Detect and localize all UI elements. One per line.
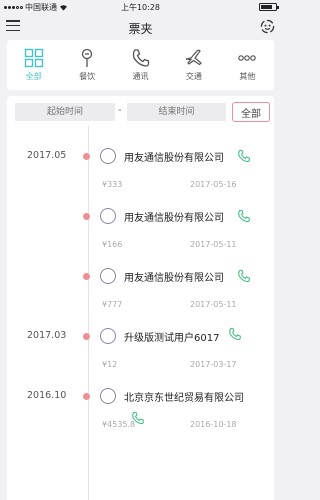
company-name: 北京京东世纪贸易有限公司 [124, 393, 244, 404]
company-name: 用友通信股份有限公司 [124, 153, 224, 164]
select-circle[interactable] [100, 208, 116, 224]
timeline-dot [83, 393, 90, 400]
tab-label: 其他 [239, 72, 256, 81]
select-circle[interactable] [100, 148, 116, 164]
list-item[interactable]: 用友通信股份有限公司 ¥166 2017-05-11 [7, 198, 274, 258]
amount: ¥12 [102, 360, 118, 369]
tab-other[interactable]: 其他 [221, 40, 274, 90]
amount: ¥166 [102, 240, 123, 249]
grid-icon [24, 48, 43, 68]
entry-date: 2017-03-17 [190, 360, 237, 369]
clock: 上午10:28 [120, 3, 161, 12]
entry-date: 2017-05-11 [190, 300, 237, 309]
company-name: 用友通信股份有限公司 [124, 273, 224, 284]
tab-label: 通讯 [132, 72, 149, 81]
month-label: 2017.05 [27, 150, 67, 161]
status-bar: 中国联通 上午10:28 [0, 0, 281, 14]
category-tabs: 全部 餐饮 通讯 交通 其他 [7, 40, 274, 90]
entry-date: 2017-05-16 [190, 180, 237, 189]
tab-all[interactable]: 全部 [7, 40, 60, 90]
page-title: 票夹 [128, 22, 153, 36]
date-separator: - [118, 105, 122, 116]
tab-label: 全部 [25, 72, 42, 81]
phone-icon[interactable] [237, 149, 251, 163]
all-button[interactable]: 全部 [232, 102, 270, 122]
amount: ¥4535.8 [102, 420, 136, 429]
amount: ¥333 [102, 180, 123, 189]
timeline-dot [83, 213, 90, 220]
list-item[interactable]: 2017.03 升级版测试用户6017 ¥12 2017-03-17 [7, 318, 274, 378]
tab-telecom[interactable]: 通讯 [114, 40, 167, 90]
list-item[interactable]: 2016.10 北京京东世纪贸易有限公司 ¥4535.8 2016-10-18 [7, 378, 274, 438]
company-name: 用友通信股份有限公司 [124, 213, 224, 224]
phone-icon[interactable] [237, 209, 251, 223]
entry-date: 2016-10-18 [190, 420, 237, 429]
date-filter: - 全部 [7, 96, 274, 126]
amount: ¥777 [102, 300, 123, 309]
month-label: 2016.10 [27, 390, 67, 401]
end-date-input[interactable] [127, 103, 226, 121]
phone-icon[interactable] [228, 327, 242, 341]
timeline-dot [83, 333, 90, 340]
tab-dining[interactable]: 餐饮 [60, 40, 113, 90]
list-item[interactable]: 用友通信股份有限公司 ¥777 2017-05-11 [7, 258, 274, 318]
month-label: 2017.03 [27, 330, 67, 341]
nav-bar: 票夹 [0, 14, 281, 40]
tab-transport[interactable]: 交通 [167, 40, 220, 90]
scan-icon[interactable] [260, 19, 275, 34]
receipt-timeline-panel: - 全部 2017.05 用友通信股份有限公司 ¥333 2017-05-16 … [7, 96, 274, 500]
select-circle[interactable] [100, 388, 116, 404]
timeline-dot [83, 153, 90, 160]
company-name: 升级版测试用户6017 [124, 333, 220, 344]
start-date-input[interactable] [15, 103, 115, 121]
timeline-dot [83, 273, 90, 280]
select-circle[interactable] [100, 268, 116, 284]
tab-label: 餐饮 [79, 72, 96, 81]
phone-icon [132, 49, 149, 67]
entry-date: 2017-05-11 [190, 240, 237, 249]
dots-icon [238, 55, 257, 61]
fork-knife-icon [81, 48, 93, 67]
plane-icon [185, 49, 202, 66]
battery-icon [259, 3, 279, 11]
tab-label: 交通 [185, 72, 202, 81]
select-circle[interactable] [100, 328, 116, 344]
phone-icon[interactable] [237, 269, 251, 283]
list-item[interactable]: 2017.05 用友通信股份有限公司 ¥333 2017-05-16 [7, 138, 274, 198]
